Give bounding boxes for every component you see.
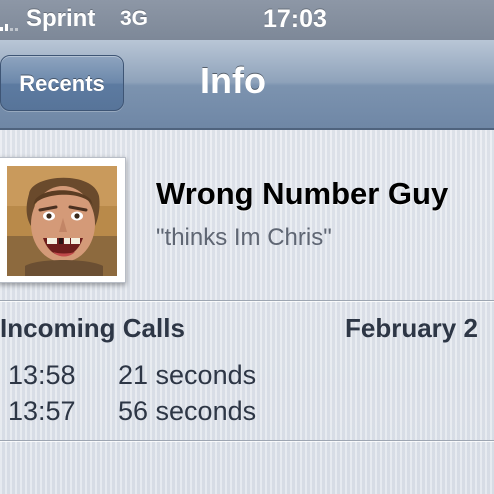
carrier-name: Sprint (26, 5, 96, 32)
back-button[interactable]: Recents (0, 55, 124, 111)
contact-name: Wrong Number Guy (156, 176, 449, 211)
network-type: 3G (120, 7, 149, 30)
section-divider (0, 300, 494, 301)
call-time: 13:57 (8, 396, 76, 426)
call-entry: 13:57 56 seconds (0, 396, 494, 432)
contact-photo (7, 166, 117, 276)
status-bar: Sprint 3G 17:03 (0, 0, 494, 40)
calls-date: February 2 (345, 313, 478, 343)
navigation-bar: Recents Info (0, 40, 494, 130)
contact-info-screen: Sprint 3G 17:03 Recents Info Wrong Numbe… (0, 0, 494, 494)
page-title: Info (200, 60, 266, 101)
calls-section-title: Incoming Calls (0, 313, 185, 343)
call-entry: 13:58 21 seconds (0, 360, 494, 396)
contact-photo-frame[interactable] (0, 157, 126, 283)
call-duration: 56 seconds (118, 396, 257, 426)
contact-note: "thinks Im Chris" (156, 224, 332, 251)
section-divider (0, 440, 494, 441)
call-time: 13:58 (8, 360, 76, 390)
call-duration: 21 seconds (118, 360, 257, 390)
status-time: 17:03 (263, 5, 327, 33)
signal-strength-icon (0, 19, 20, 31)
